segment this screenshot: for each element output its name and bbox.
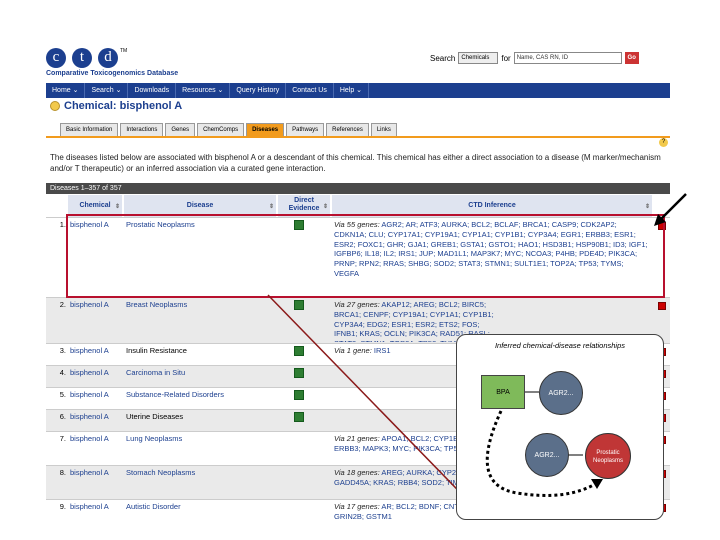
inference-diagram: Inferred chemical-disease relationships … (456, 334, 664, 520)
bpa-node: BPA (481, 375, 525, 409)
diagram-edges (485, 391, 603, 497)
prostatic-neoplasms-node: Prostatic Neoplasms (585, 433, 631, 479)
agr2-gene-node-2: AGR2... (525, 433, 569, 477)
agr2-gene-node: AGR2... (539, 371, 583, 415)
